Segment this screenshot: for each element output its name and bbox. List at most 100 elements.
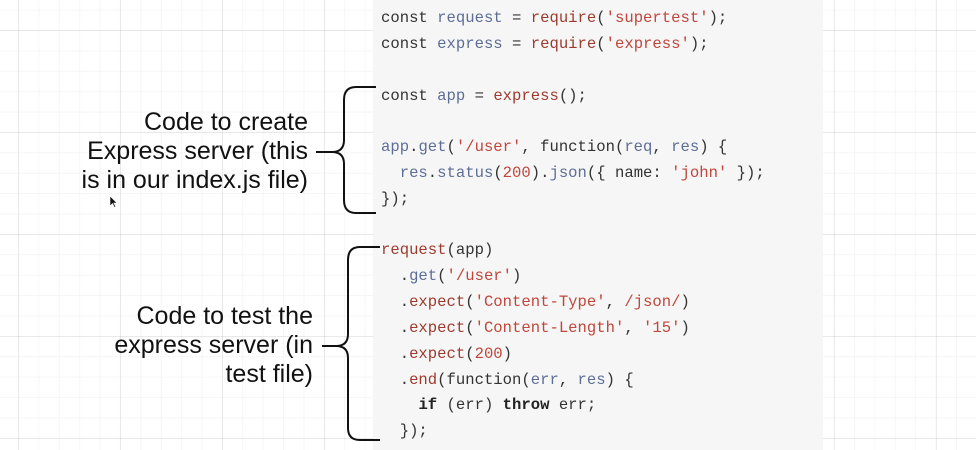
mouse-cursor-icon [110, 196, 118, 208]
code-line-close-end: }); [381, 421, 428, 441]
code-token: ({ name: [586, 164, 672, 182]
code-token: 'Content-Length' [474, 319, 625, 337]
code-token: , [652, 138, 672, 156]
code-token: ( [437, 267, 447, 285]
brace-top [316, 86, 376, 214]
code-token: ( [596, 35, 606, 53]
label-line: Code to create [144, 108, 308, 136]
code-line-require-supertest: const request = require('supertest'); [381, 8, 727, 28]
code-token: ) [502, 345, 513, 363]
code-token: . [381, 319, 410, 337]
brace-bottom [322, 246, 380, 441]
code-token: ) { [699, 138, 728, 156]
code-token: app [381, 138, 410, 156]
code-line-close-route: }); [381, 189, 409, 209]
code-token: ) [680, 293, 690, 311]
code-token: ). [530, 164, 550, 182]
code-token: = [502, 35, 531, 53]
label-create-server: Code to create Express server (this is i… [40, 108, 308, 195]
label-line: express server (in [114, 331, 313, 359]
code-token: req [624, 138, 653, 156]
code-token: status [437, 164, 494, 182]
code-token: ( [465, 345, 475, 363]
code-token: throw [502, 396, 550, 414]
code-token: , function( [521, 138, 625, 156]
code-token: 'Content-Type' [474, 293, 606, 311]
code-token: res [671, 138, 700, 156]
label-line: Express server (this [87, 137, 308, 165]
code-token: /json/ [624, 293, 681, 311]
label-line: is in our index.js file) [81, 166, 308, 194]
code-token: get [409, 267, 438, 285]
code-token: . [381, 345, 410, 363]
code-token: 'john' [671, 164, 728, 182]
code-token: json [549, 164, 587, 182]
code-token: expect [409, 319, 466, 337]
code-line-expect-200: .expect(200) [381, 344, 512, 364]
code-token: (function( [437, 371, 531, 389]
code-line-app-get-route: app.get('/user', function(req, res) { [381, 137, 727, 157]
code-token: end [409, 371, 438, 389]
code-token: . [381, 371, 410, 389]
code-token: , [558, 371, 578, 389]
code-token: app [437, 87, 466, 105]
code-token: (app) [446, 241, 494, 259]
label-line: test file) [225, 360, 313, 388]
code-token: ( [596, 9, 606, 27]
code-token: get [418, 138, 447, 156]
code-token: }); [727, 164, 765, 182]
code-token: const [381, 35, 438, 53]
code-token: expect [409, 293, 466, 311]
code-token: res [399, 164, 428, 182]
code-line-if-throw: if (err) throw err; [381, 395, 596, 415]
code-token: expect [409, 345, 466, 363]
code-token: ( [465, 293, 475, 311]
code-token: 200 [474, 345, 503, 363]
code-token: }); [381, 422, 428, 440]
code-token: express [493, 87, 559, 105]
code-token: ); [708, 9, 728, 27]
code-token: = [502, 9, 531, 27]
code-line-expect-content-type: .expect('Content-Type', /json/) [381, 292, 690, 312]
code-token: if [418, 396, 438, 414]
code-line-res-status-json: res.status(200).json({ name: 'john' }); [381, 163, 765, 183]
code-token: require [530, 9, 597, 27]
code-line-require-express: const express = require('express'); [381, 34, 709, 54]
code-token: , [605, 293, 625, 311]
code-token: request [437, 9, 503, 27]
code-line-expect-content-length: .expect('Content-Length', '15') [381, 318, 690, 338]
code-token: ); [689, 35, 709, 53]
code-line-end-callback: .end(function(err, res) { [381, 370, 634, 390]
code-token: const [381, 87, 438, 105]
code-token: ( [493, 164, 503, 182]
label-test-server: Code to test the express server (in test… [40, 302, 313, 389]
code-token: }); [381, 190, 410, 208]
code-token: ) { [605, 371, 634, 389]
code-token: 'supertest' [605, 9, 709, 27]
code-line-request-app: request(app) [381, 240, 493, 260]
code-token: ( [446, 138, 456, 156]
code-token: res [577, 371, 606, 389]
code-token: '15' [643, 319, 681, 337]
code-token: 200 [502, 164, 531, 182]
code-token: express [437, 35, 503, 53]
code-token: . [427, 164, 438, 182]
code-token: err [530, 371, 559, 389]
code-token: '/user' [446, 267, 513, 285]
code-token: (); [558, 87, 587, 105]
code-token: , [624, 319, 644, 337]
code-token: ( [465, 319, 475, 337]
code-token: . [381, 293, 410, 311]
code-token: ) [512, 267, 522, 285]
code-line-create-app: const app = express(); [381, 86, 587, 106]
code-token: ) [680, 319, 690, 337]
code-token: (err) [437, 396, 503, 414]
code-token: request [381, 241, 447, 259]
code-token: err; [549, 396, 597, 414]
code-token: 'express' [605, 35, 690, 53]
code-token: = [465, 87, 494, 105]
code-token: const [381, 9, 438, 27]
label-line: Code to test the [136, 302, 313, 330]
